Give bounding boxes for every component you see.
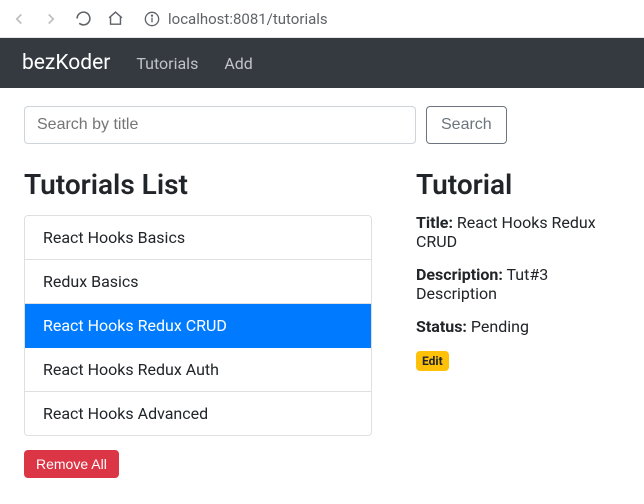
list-item[interactable]: Redux Basics bbox=[25, 260, 371, 304]
back-icon[interactable] bbox=[10, 10, 28, 28]
nav-link-tutorials[interactable]: Tutorials bbox=[136, 54, 198, 73]
list-item[interactable]: React Hooks Redux Auth bbox=[25, 348, 371, 392]
remove-all-button[interactable]: Remove All bbox=[24, 450, 119, 478]
browser-toolbar: localhost:8081/tutorials bbox=[0, 0, 644, 38]
search-input[interactable] bbox=[24, 106, 416, 144]
info-icon bbox=[144, 11, 160, 27]
tutorials-list: React Hooks Basics Redux Basics React Ho… bbox=[24, 215, 372, 436]
edit-button[interactable]: Edit bbox=[416, 351, 449, 371]
forward-icon[interactable] bbox=[42, 10, 60, 28]
brand[interactable]: bezKoder bbox=[22, 51, 110, 75]
list-heading: Tutorials List bbox=[24, 168, 372, 201]
status-label: Status: bbox=[416, 317, 467, 336]
detail-title-row: Title: React Hooks Redux CRUD bbox=[416, 213, 620, 251]
detail-status-row: Status: Pending bbox=[416, 317, 620, 336]
search-row: Search bbox=[24, 106, 620, 144]
list-item[interactable]: React Hooks Redux CRUD bbox=[25, 304, 371, 348]
detail-description-row: Description: Tut#3 Description bbox=[416, 265, 620, 303]
url-text: localhost:8081/tutorials bbox=[168, 10, 328, 28]
search-button[interactable]: Search bbox=[426, 106, 507, 144]
list-item[interactable]: React Hooks Advanced bbox=[25, 392, 371, 435]
list-item[interactable]: React Hooks Basics bbox=[25, 216, 371, 260]
home-icon[interactable] bbox=[106, 10, 124, 28]
description-label: Description: bbox=[416, 265, 503, 284]
detail-heading: Tutorial bbox=[416, 168, 620, 201]
nav-link-add[interactable]: Add bbox=[224, 54, 252, 73]
status-value: Pending bbox=[471, 317, 529, 336]
title-label: Title: bbox=[416, 213, 453, 232]
reload-icon[interactable] bbox=[74, 10, 92, 28]
app-navbar: bezKoder Tutorials Add bbox=[0, 38, 644, 88]
address-bar[interactable]: localhost:8081/tutorials bbox=[144, 10, 328, 28]
